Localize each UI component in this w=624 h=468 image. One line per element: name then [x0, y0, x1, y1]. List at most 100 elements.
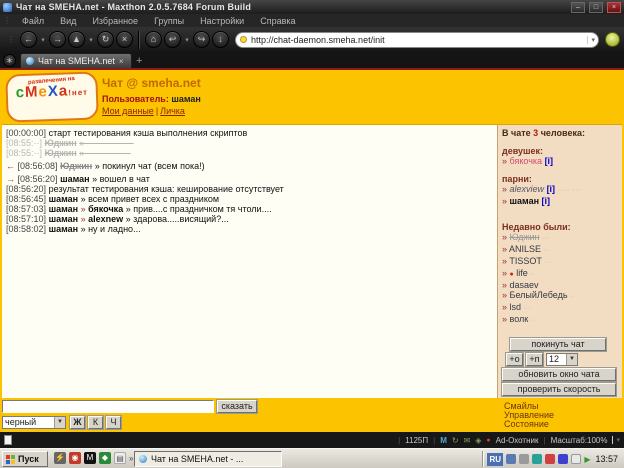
recent-user-link[interactable]: TISSOT: [509, 256, 541, 266]
recent-user-link[interactable]: dasaev: [510, 280, 539, 290]
undo-dropdown[interactable]: ▾: [183, 36, 191, 44]
status-separator: |: [398, 436, 400, 445]
forward-button[interactable]: →: [49, 31, 66, 48]
underline-button[interactable]: Ч: [106, 416, 121, 429]
tray-icon-safely-remove[interactable]: [571, 454, 581, 464]
quicklaunch-overflow-icon[interactable]: »: [129, 454, 133, 463]
chat-text: » прив....с праздничком тя чтоли....: [126, 204, 272, 214]
user-info-link[interactable]: [i]: [545, 156, 554, 166]
menu-help[interactable]: Справка: [252, 16, 303, 26]
recent-user-link[interactable]: волк: [510, 314, 529, 324]
go-button[interactable]: [605, 32, 620, 47]
my-data-link[interactable]: Мои данные: [102, 106, 154, 116]
check-speed-button[interactable]: проверить скорость: [502, 383, 616, 396]
refresh-button[interactable]: ↻: [97, 31, 114, 48]
open-windows-button[interactable]: +о: [506, 353, 523, 366]
quicklaunch-icon-5[interactable]: ▤: [114, 452, 126, 464]
user-info-link[interactable]: [i]: [542, 196, 551, 206]
task-button-chat[interactable]: Чат на SMEHA.net - ...: [134, 451, 282, 467]
maximize-button[interactable]: □: [589, 2, 603, 13]
status-separator: |: [543, 436, 545, 445]
user-status-note: ····· ····: [558, 187, 581, 194]
tray-icon-update[interactable]: [558, 454, 568, 464]
menu-favorites[interactable]: Избранное: [84, 16, 146, 26]
favorites-button[interactable]: ∗: [3, 54, 16, 67]
tab-close-icon[interactable]: ×: [119, 57, 124, 66]
address-bar[interactable]: http://chat-daemon.smeha.net/init ▾: [235, 32, 599, 48]
select-caret-icon[interactable]: ▼: [566, 354, 577, 365]
zoom-caret-icon[interactable]: ▾: [612, 436, 620, 444]
user-link-alexview[interactable]: alexview: [510, 184, 545, 194]
menu-view[interactable]: Вид: [52, 16, 84, 26]
new-tab-button[interactable]: +: [136, 54, 142, 68]
tab-chat-smeha[interactable]: Чат на SMEHA.net ×: [20, 53, 132, 68]
say-button[interactable]: сказать: [217, 400, 257, 413]
refresh-chat-button[interactable]: обновить окно чата: [502, 368, 616, 381]
private-messages-link[interactable]: Личка: [160, 106, 185, 116]
traffic-indicator: 1125П: [405, 436, 428, 445]
font-size-select[interactable]: 12 ▼: [546, 353, 578, 366]
proxy-icon[interactable]: ↻: [452, 436, 459, 445]
recent-user-link[interactable]: life: [516, 268, 528, 278]
text-color-select[interactable]: черный ▼: [2, 416, 66, 429]
language-indicator[interactable]: RU: [487, 453, 503, 466]
chat-line-whisper: [08:55:··] Юджин » ····· ···· ····: [6, 148, 493, 158]
user-link-shaman[interactable]: шаман: [510, 196, 540, 206]
quicklaunch-icon-2[interactable]: ◉: [69, 452, 81, 464]
back-button[interactable]: ←: [20, 31, 37, 48]
chat-timestamp: [08:56:45]: [6, 194, 46, 204]
user-info-link[interactable]: [i]: [547, 184, 556, 194]
undo-button[interactable]: ↩: [164, 31, 181, 48]
adhunter-label[interactable]: Ad-Охотник: [496, 436, 539, 445]
tray-icon-messenger[interactable]: [532, 454, 542, 464]
mail-icon[interactable]: ✉: [464, 436, 471, 445]
system-tray: RU ▶ 13:57: [482, 451, 622, 467]
recent-user-link[interactable]: lsd: [510, 302, 522, 312]
menu-file[interactable]: Файл: [14, 16, 52, 26]
quicklaunch-icon-4[interactable]: ◆: [99, 452, 111, 464]
state-link[interactable]: Состояние: [504, 420, 549, 429]
tab-bar: ∗ Чат на SMEHA.net × +: [0, 52, 624, 68]
italic-button[interactable]: К: [88, 416, 103, 429]
zoom-level[interactable]: Масштаб:100%: [551, 436, 608, 445]
recent-user-link[interactable]: Юджин: [510, 232, 540, 242]
select-caret-icon[interactable]: ▼: [54, 417, 65, 428]
up-button[interactable]: ▲: [68, 31, 85, 48]
recent-user-row: » БелыйЛебедь ··: [502, 290, 618, 302]
start-button[interactable]: Пуск: [2, 451, 48, 467]
tray-icon-network[interactable]: [506, 454, 516, 464]
shield-icon[interactable]: ◈: [475, 436, 481, 445]
user-bullet-icon: »: [502, 256, 507, 266]
status-bar: | 1125П | M ↻ ✉ ◈ ● Ad-Охотник | Масштаб…: [0, 432, 624, 448]
quicklaunch-icon-1[interactable]: ⚡: [54, 452, 66, 464]
close-button[interactable]: ×: [607, 2, 621, 13]
smeha-logo: развлечения на сМеХа!нет: [5, 71, 99, 122]
chat-user: шаман: [49, 214, 79, 224]
recent-user-link[interactable]: БелыйЛебедь: [510, 290, 568, 300]
up-dropdown[interactable]: ▾: [87, 36, 95, 44]
private-windows-button[interactable]: +п: [526, 353, 543, 366]
back-history-dropdown[interactable]: ▾: [39, 36, 47, 44]
minimize-button[interactable]: –: [571, 2, 585, 13]
message-input[interactable]: [2, 400, 214, 413]
address-dropdown-icon[interactable]: ▾: [587, 36, 595, 44]
download-button[interactable]: ↓: [212, 31, 229, 48]
menu-settings[interactable]: Настройки: [192, 16, 252, 26]
girls-section-label: девушек:: [502, 146, 618, 156]
leave-chat-button[interactable]: покинуть чат: [510, 338, 606, 351]
navigation-toolbar: ⋮ ← ▾ → ▲ ▾ ↻ × ⌂ ↩ ▾ ↪ ↓ http://chat-da…: [0, 27, 624, 52]
menu-groups[interactable]: Группы: [146, 16, 192, 26]
redo-button[interactable]: ↪: [193, 31, 210, 48]
address-url[interactable]: http://chat-daemon.smeha.net/init: [251, 35, 583, 45]
chat-timestamp: [08:57:10]: [6, 214, 46, 224]
user-link-byakochka[interactable]: бякочка: [510, 156, 543, 166]
player-icon[interactable]: ▶: [584, 455, 590, 464]
quicklaunch-icon-3[interactable]: M: [84, 452, 96, 464]
recent-user-link[interactable]: ANILSE: [509, 244, 541, 254]
bold-button[interactable]: Ж: [70, 416, 85, 429]
task-globe-icon: [139, 455, 147, 463]
home-button[interactable]: ⌂: [145, 31, 162, 48]
tray-icon-antivirus[interactable]: [545, 454, 555, 464]
stop-button[interactable]: ×: [116, 31, 133, 48]
tray-icon-volume[interactable]: [519, 454, 529, 464]
